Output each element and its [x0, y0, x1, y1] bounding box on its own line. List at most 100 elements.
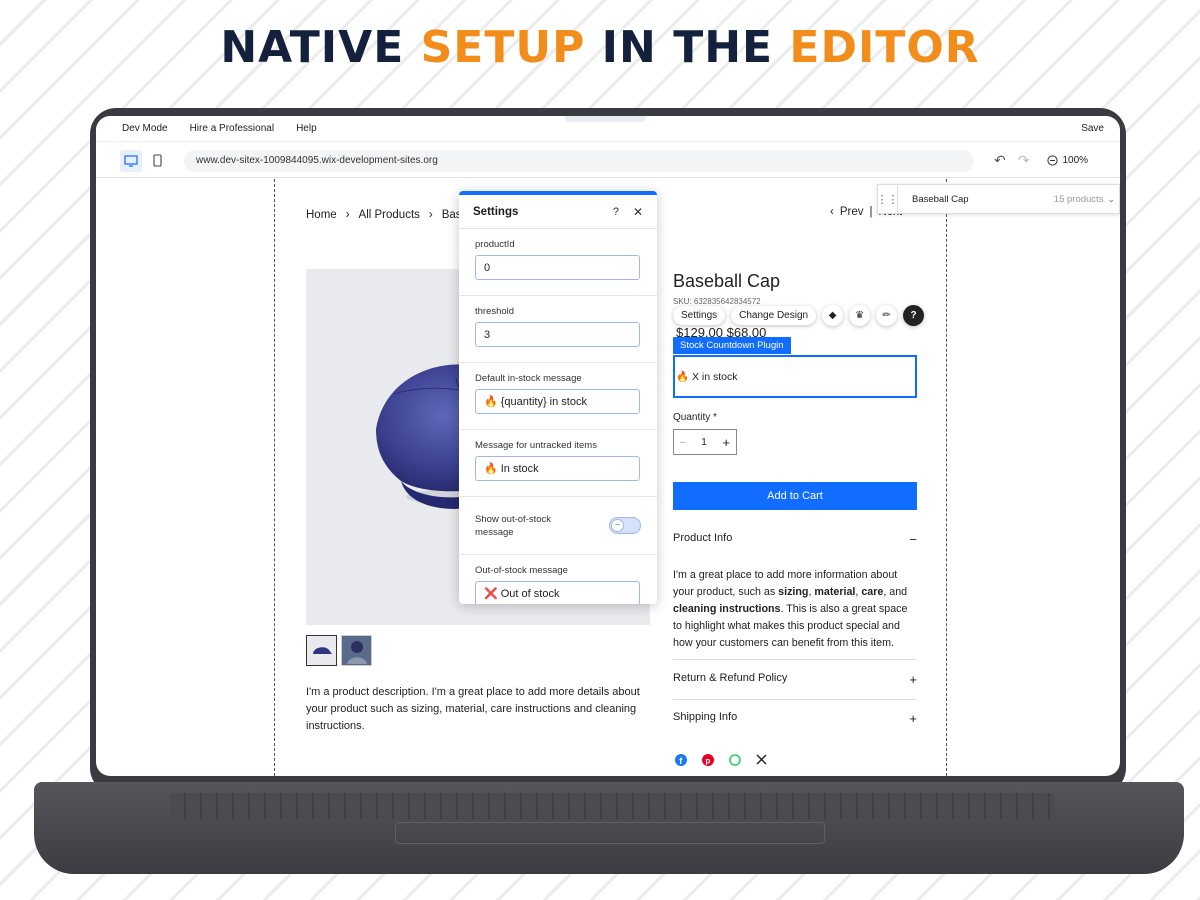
- save-button[interactable]: Save: [1081, 123, 1104, 134]
- facebook-icon[interactable]: f: [674, 753, 687, 766]
- add-to-cart-button[interactable]: Add to Cart: [673, 482, 917, 510]
- cap-thumbnail-icon: [312, 646, 332, 654]
- product-info-title: Product Info: [673, 532, 733, 544]
- expand-icon[interactable]: +: [909, 672, 917, 687]
- right-guide-line: [946, 179, 947, 776]
- menu-hire-professional[interactable]: Hire a Professional: [190, 123, 274, 134]
- quantity-value: 1: [701, 436, 707, 448]
- pager-divider: |: [869, 206, 873, 218]
- chevron-right-icon: ›: [345, 209, 350, 221]
- product-title: Baseball Cap: [673, 271, 781, 291]
- prev-link[interactable]: Prev: [840, 206, 864, 218]
- info-bold-sizing: sizing: [778, 586, 809, 598]
- laptop-trackpad: [395, 822, 825, 844]
- info-text: , and: [883, 586, 908, 598]
- divider: [673, 659, 917, 660]
- in-stock-message-input[interactable]: 🔥 {quantity} in stock: [475, 389, 640, 414]
- left-guide-line: [274, 179, 275, 776]
- picker-product-count: 15 products: [1053, 193, 1104, 205]
- crown-icon[interactable]: ♛: [849, 305, 871, 326]
- product-picker[interactable]: ⋮⋮ Baseball Cap 15 products ⌄: [877, 184, 1120, 214]
- toggle-knob: –: [611, 519, 624, 532]
- zoom-level: 100%: [1062, 155, 1089, 166]
- untracked-message-input[interactable]: 🔥 In stock: [475, 456, 640, 481]
- editor-screen: Dev Mode Hire a Professional Help Save w…: [96, 116, 1120, 776]
- info-bold-material: material: [814, 586, 856, 598]
- expand-icon[interactable]: +: [909, 711, 917, 726]
- close-icon[interactable]: ✕: [633, 205, 643, 219]
- settings-panel: Settings ? ✕ productId 0 threshold 3 Def…: [459, 191, 657, 604]
- field-label: productId: [475, 239, 515, 250]
- field-label: Default in-stock message: [475, 373, 582, 384]
- x-twitter-icon[interactable]: [755, 753, 768, 766]
- field-label: Message for untracked items: [475, 440, 597, 451]
- mobile-view-button[interactable]: [146, 150, 168, 172]
- help-icon[interactable]: ?: [613, 206, 619, 218]
- increment-icon[interactable]: +: [722, 435, 730, 450]
- quantity-stepper[interactable]: – 1 +: [673, 429, 737, 455]
- settings-panel-title: Settings: [473, 205, 519, 218]
- menu-dev-mode[interactable]: Dev Mode: [122, 123, 168, 134]
- threshold-input[interactable]: 3: [475, 322, 640, 347]
- settings-panel-header: Settings ? ✕: [459, 195, 657, 229]
- field-label: Out-of-stock message: [475, 565, 568, 576]
- undo-icon[interactable]: ↶: [994, 152, 1006, 169]
- field-product-id: productId 0: [459, 229, 657, 296]
- shipping-info-header[interactable]: Shipping Info +: [673, 711, 917, 726]
- field-out-of-stock-message: Out-of-stock message ❌ Out of stock: [459, 555, 657, 604]
- headline-word-setup: SETUP: [420, 22, 586, 73]
- editor-toolbar: www.dev-sitex-1009844095.wix-development…: [96, 144, 1120, 178]
- stock-countdown-plugin[interactable]: 🔥 X in stock: [673, 355, 917, 398]
- zoom-control[interactable]: 100%: [1047, 155, 1088, 166]
- person-thumbnail-icon: [346, 640, 367, 664]
- picker-product-name: Baseball Cap: [912, 193, 969, 205]
- field-untracked-message: Message for untracked items 🔥 In stock: [459, 430, 657, 497]
- menu-help[interactable]: Help: [296, 123, 317, 134]
- change-design-button[interactable]: Change Design: [731, 306, 817, 325]
- product-info-body: I'm a great place to add more informatio…: [673, 567, 917, 652]
- site-url-field[interactable]: www.dev-sitex-1009844095.wix-development…: [184, 149, 974, 172]
- dev-tools-icon[interactable]: ✏: [876, 305, 898, 326]
- drag-handle-icon[interactable]: ⋮⋮: [877, 185, 899, 213]
- desktop-icon: [124, 154, 138, 167]
- breadcrumb-home[interactable]: Home: [306, 209, 337, 221]
- quantity-label: Quantity *: [673, 412, 717, 423]
- mobile-icon: [152, 154, 162, 167]
- field-show-out-of-stock: Show out-of-stock message –: [459, 497, 657, 555]
- whatsapp-icon[interactable]: [728, 753, 741, 766]
- animation-icon[interactable]: ◆: [822, 305, 844, 326]
- return-policy-header[interactable]: Return & Refund Policy +: [673, 672, 917, 687]
- product-info-header[interactable]: Product Info −: [673, 532, 917, 547]
- pinterest-icon[interactable]: p: [701, 753, 714, 766]
- headline-word-native: NATIVE: [220, 22, 421, 73]
- field-in-stock-message: Default in-stock message 🔥 {quantity} in…: [459, 363, 657, 430]
- product-id-input[interactable]: 0: [475, 255, 640, 280]
- shipping-info-title: Shipping Info: [673, 711, 738, 723]
- out-of-stock-toggle[interactable]: –: [609, 517, 641, 534]
- chevron-right-icon: ›: [428, 209, 433, 221]
- social-share-bar: f p: [674, 753, 768, 766]
- product-thumbnails: [306, 635, 372, 666]
- floating-settings-button[interactable]: Settings: [673, 306, 726, 325]
- info-bold-cleaning: cleaning instructions: [673, 603, 781, 615]
- divider: [673, 699, 917, 700]
- field-label: threshold: [475, 306, 515, 317]
- decrement-icon[interactable]: –: [680, 437, 686, 448]
- thumbnail-1[interactable]: [306, 635, 337, 666]
- help-icon[interactable]: ?: [903, 305, 925, 326]
- redo-icon[interactable]: ↷: [1018, 152, 1030, 169]
- floating-element-toolbar: Settings Change Design ◆ ♛ ✏ ?: [673, 305, 925, 326]
- out-of-stock-message-input[interactable]: ❌ Out of stock: [475, 581, 640, 604]
- info-bold-care: care: [861, 586, 884, 598]
- laptop-keyboard: [170, 793, 1055, 819]
- thumbnail-2[interactable]: [341, 635, 372, 666]
- breadcrumb: Home › All Products › Base: [306, 209, 468, 221]
- chevron-left-icon: ‹: [830, 206, 834, 218]
- editor-canvas: Home › All Products › Base ‹ Prev | Next: [96, 179, 1120, 776]
- desktop-view-button[interactable]: [120, 149, 142, 172]
- breadcrumb-all-products[interactable]: All Products: [359, 209, 420, 221]
- collapse-icon[interactable]: −: [909, 532, 917, 547]
- field-threshold: threshold 3: [459, 296, 657, 363]
- chevron-down-icon[interactable]: ⌄: [1107, 194, 1115, 205]
- plugin-label: Stock Countdown Plugin: [673, 337, 791, 354]
